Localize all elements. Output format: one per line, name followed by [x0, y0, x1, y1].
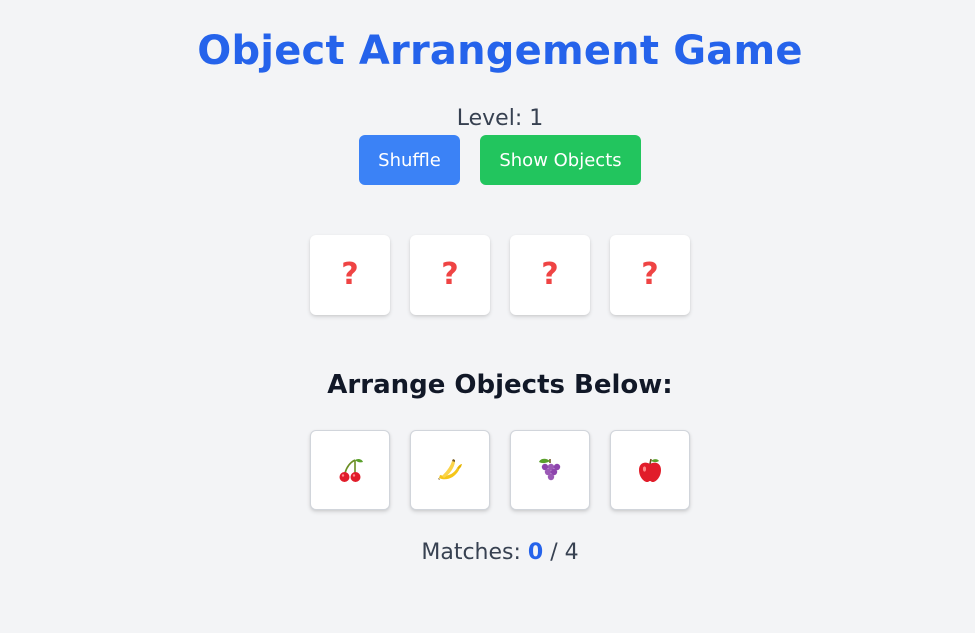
matches-count: 0: [527, 540, 544, 565]
grapes-icon: [539, 458, 561, 481]
matches-total: 4: [564, 540, 579, 565]
level-value: 1: [529, 106, 544, 131]
object-card-grapes[interactable]: [510, 430, 590, 510]
object-card-banana[interactable]: [410, 430, 490, 510]
target-slot-2[interactable]: ?: [410, 235, 490, 315]
page-title: Object Arrangement Game: [197, 28, 803, 74]
apple-icon: [639, 458, 661, 482]
level-indicator: Level: 1: [0, 106, 975, 131]
target-slot-1[interactable]: ?: [310, 235, 390, 315]
question-mark-icon: ?: [641, 257, 659, 292]
shuffle-button[interactable]: Shuffle: [359, 135, 460, 185]
target-slot-3[interactable]: ?: [510, 235, 590, 315]
arrange-heading: Arrange Objects Below:: [327, 370, 673, 400]
target-slot-4[interactable]: ?: [610, 235, 690, 315]
matches-label: Matches:: [421, 540, 528, 565]
show-objects-button[interactable]: Show Objects: [480, 135, 641, 185]
question-mark-icon: ?: [441, 257, 459, 292]
banana-icon: [438, 459, 462, 480]
question-mark-icon: ?: [541, 257, 559, 292]
matches-separator: /: [543, 540, 565, 565]
matches-counter: Matches: 0 / 4: [0, 540, 975, 565]
object-card-apple[interactable]: [610, 430, 690, 510]
object-card-cherry[interactable]: [310, 430, 390, 510]
game-page: Object Arrangement Game Level: 1 Shuffle…: [0, 0, 975, 633]
question-mark-icon: ?: [341, 257, 359, 292]
cherry-icon: [339, 458, 363, 482]
level-label: Level:: [456, 106, 530, 131]
